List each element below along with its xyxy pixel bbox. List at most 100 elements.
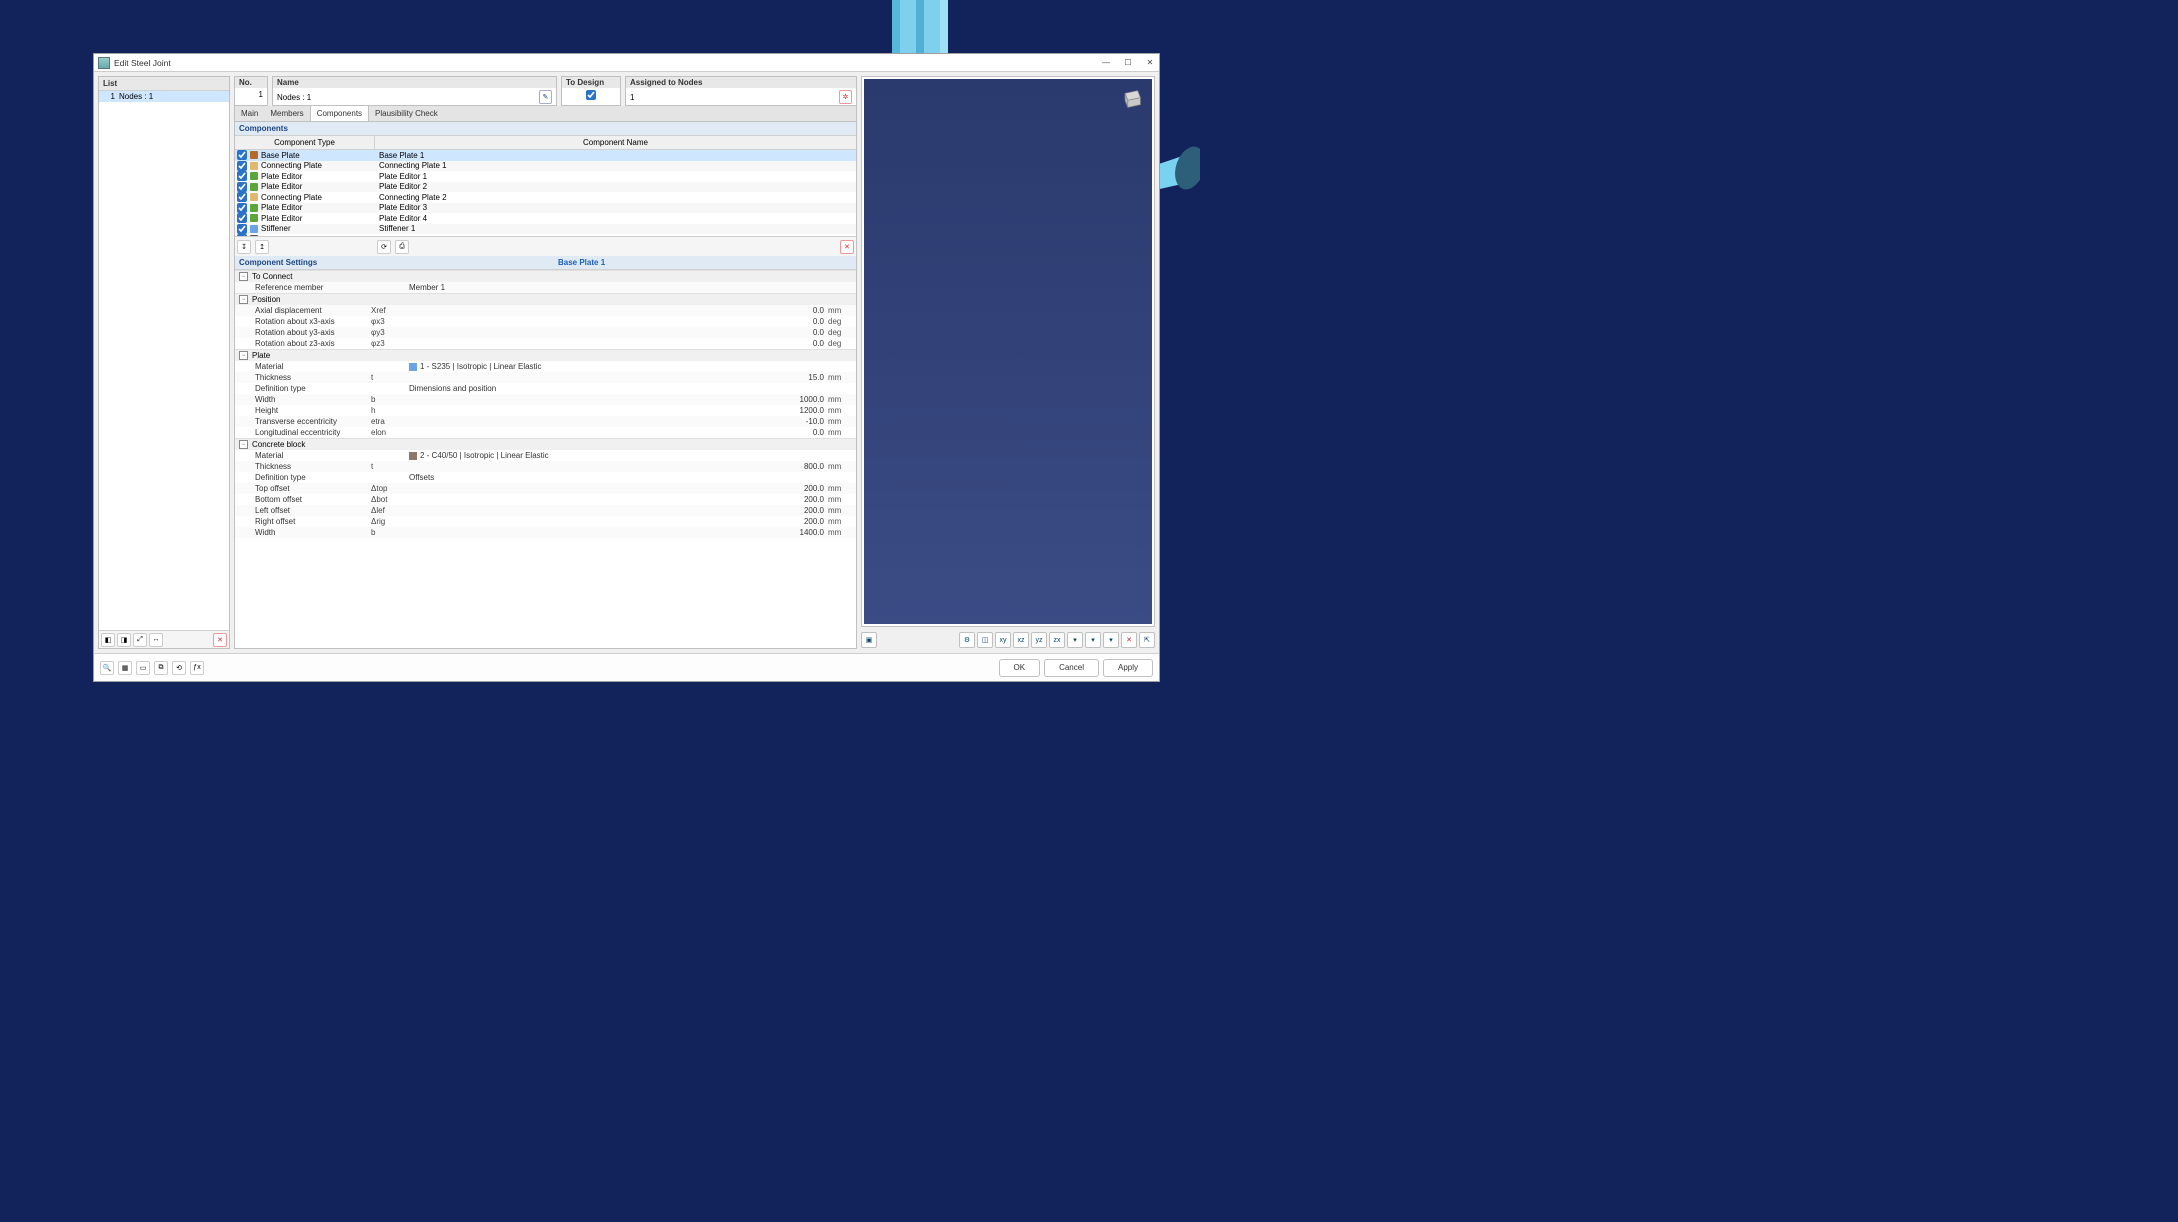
comp-tool-2[interactable]: ↥ [255, 240, 269, 254]
footer-tool-4[interactable]: ⧉ [154, 661, 168, 675]
view-tool-export[interactable]: ⇱ [1139, 632, 1155, 648]
component-enable-checkbox[interactable] [237, 192, 247, 202]
ok-button[interactable]: OK [999, 659, 1041, 677]
middle-panel: No. 1 Name ✎ To Design [234, 76, 857, 649]
component-row[interactable]: Connecting Plate Connecting Plate 2 [235, 192, 856, 203]
component-row[interactable]: Base Plate Base Plate 1 [235, 150, 856, 161]
component-row[interactable]: Stiffener Stiffener 1 [235, 224, 856, 235]
property-row[interactable]: Right offsetΔrig200.0mm [235, 516, 856, 527]
view-tool-xy[interactable]: zx [1049, 632, 1065, 648]
component-row[interactable]: Connecting Plate Connecting Plate 1 [235, 161, 856, 172]
pick-nodes-button[interactable]: ✲ [839, 90, 852, 104]
comp-tool-3[interactable]: ⟳ [377, 240, 391, 254]
list-item[interactable]: 1 Nodes : 1 [99, 91, 229, 102]
view-tool-xz[interactable]: xz [1013, 632, 1029, 648]
property-row[interactable]: Material1 - S235 | Isotropic | Linear El… [235, 361, 856, 372]
property-row[interactable]: Transverse eccentricityetra-10.0mm [235, 416, 856, 427]
view-tool-print[interactable]: ▾ [1103, 632, 1119, 648]
view-tool-select[interactable]: ▣ [861, 632, 877, 648]
name-input[interactable] [277, 93, 535, 102]
assigned-nodes-input[interactable] [630, 93, 835, 102]
property-row[interactable]: Thicknesst15.0mm [235, 372, 856, 383]
settings-section-title: Component Settings Base Plate 1 [235, 256, 856, 270]
apply-button[interactable]: Apply [1103, 659, 1153, 677]
settings-group-header[interactable]: −Plate [235, 349, 856, 361]
comp-tool-4[interactable]: ⎙ [395, 240, 409, 254]
property-row[interactable]: Axial displacementXref0.0mm [235, 305, 856, 316]
comp-tool-1[interactable]: ↧ [237, 240, 251, 254]
comp-delete-button[interactable]: ✕ [840, 240, 854, 254]
tab-plausibility[interactable]: Plausibility Check [369, 106, 444, 121]
settings-group-header[interactable]: −Concrete block [235, 438, 856, 450]
cancel-button[interactable]: Cancel [1044, 659, 1099, 677]
property-row[interactable]: Bottom offsetΔbot200.0mm [235, 494, 856, 505]
collapse-icon[interactable]: − [239, 295, 248, 304]
collapse-icon[interactable]: − [239, 272, 248, 281]
3d-viewport[interactable] [864, 79, 1152, 624]
property-row[interactable]: Rotation about y3-axisφy30.0deg [235, 327, 856, 338]
view-tool-cx[interactable]: ✕ [1121, 632, 1137, 648]
footer-tool-2[interactable]: ▦ [118, 661, 132, 675]
component-row[interactable]: Plate Editor Plate Editor 2 [235, 182, 856, 193]
view-tool-display[interactable]: ▾ [1085, 632, 1101, 648]
component-enable-checkbox[interactable] [237, 171, 247, 181]
window-close-button[interactable]: ✕ [1145, 58, 1155, 68]
orientation-cube[interactable] [1118, 85, 1146, 113]
component-enable-checkbox[interactable] [237, 213, 247, 223]
component-enable-checkbox[interactable] [237, 161, 247, 171]
component-enable-checkbox[interactable] [237, 182, 247, 192]
property-row[interactable]: Widthb1400.0mm [235, 527, 856, 538]
list-tool-4[interactable]: ↔ [149, 633, 163, 647]
view-tool-yz[interactable]: yz [1031, 632, 1047, 648]
property-row[interactable]: Definition typeDimensions and position [235, 383, 856, 394]
field-name: Name ✎ [272, 76, 557, 106]
view-tool-1[interactable]: ⚙ [959, 632, 975, 648]
field-no: No. 1 [234, 76, 268, 106]
footer-tool-6[interactable]: ƒx [190, 661, 204, 675]
property-row[interactable]: Rotation about x3-axisφx30.0deg [235, 316, 856, 327]
components-table-header: Component Type Component Name [235, 136, 856, 150]
view-tool-2[interactable]: ◫ [977, 632, 993, 648]
list-tool-2[interactable]: ◨ [117, 633, 131, 647]
view-tool-render[interactable]: ▾ [1067, 632, 1083, 648]
collapse-icon[interactable]: − [239, 440, 248, 449]
window-title: Edit Steel Joint [114, 58, 1101, 68]
property-row[interactable]: Material2 - C40/50 | Isotropic | Linear … [235, 450, 856, 461]
footer-tool-1[interactable]: 🔍 [100, 661, 114, 675]
property-row[interactable]: Top offsetΔtop200.0mm [235, 483, 856, 494]
to-design-checkbox[interactable] [586, 90, 596, 100]
window-maximize-button[interactable]: ☐ [1123, 58, 1133, 68]
property-row[interactable]: Thicknesst800.0mm [235, 461, 856, 472]
property-row[interactable]: Definition typeOffsets [235, 472, 856, 483]
component-row[interactable]: Plate Editor Plate Editor 4 [235, 213, 856, 224]
tab-main[interactable]: Main [235, 106, 264, 121]
tab-members[interactable]: Members [264, 106, 309, 121]
property-row[interactable]: Rotation about z3-axisφz30.0deg [235, 338, 856, 349]
settings-body[interactable]: −To ConnectReference memberMember 1−Posi… [235, 270, 856, 648]
property-row[interactable]: Reference memberMember 1 [235, 282, 856, 293]
list-tool-1[interactable]: ◧ [101, 633, 115, 647]
view-tool-iso[interactable]: xy [995, 632, 1011, 648]
component-enable-checkbox[interactable] [237, 203, 247, 213]
component-row[interactable]: Plate Editor Plate Editor 3 [235, 203, 856, 214]
tab-components[interactable]: Components [310, 106, 369, 121]
property-row[interactable]: Longitudinal eccentricityelon0.0mm [235, 427, 856, 438]
list-delete-button[interactable]: ✕ [213, 633, 227, 647]
component-enable-checkbox[interactable] [237, 150, 247, 160]
property-row[interactable]: Heighth1200.0mm [235, 405, 856, 416]
property-row[interactable]: Left offsetΔlef200.0mm [235, 505, 856, 516]
settings-group-header[interactable]: −To Connect [235, 270, 856, 282]
edit-name-button[interactable]: ✎ [539, 90, 552, 104]
property-row[interactable]: Widthb1000.0mm [235, 394, 856, 405]
window-minimize-button[interactable]: — [1101, 58, 1111, 68]
list-panel-header: List [99, 77, 229, 91]
settings-group-header[interactable]: −Position [235, 293, 856, 305]
footer-tool-3[interactable]: ▭ [136, 661, 150, 675]
list-tool-3[interactable]: ⤢ [133, 633, 147, 647]
titlebar: Edit Steel Joint — ☐ ✕ [94, 54, 1159, 72]
component-enable-checkbox[interactable] [237, 224, 247, 234]
components-section-title: Components [235, 122, 856, 136]
collapse-icon[interactable]: − [239, 351, 248, 360]
footer-tool-5[interactable]: ⟲ [172, 661, 186, 675]
component-row[interactable]: Plate Editor Plate Editor 1 [235, 171, 856, 182]
